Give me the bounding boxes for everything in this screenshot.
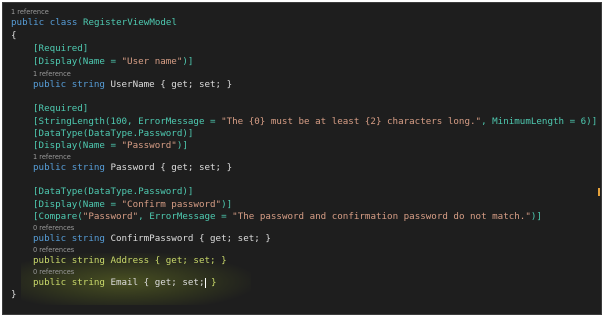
attribute-display-username: [Display(Name = "User name")] (33, 56, 194, 67)
attribute-display-confirm: [Display(Name = "Confirm password")] (33, 199, 233, 210)
attribute-datatype-password: [DataType(DataType.Password)] (33, 128, 194, 139)
property-username: public string UserName { get; set; } (33, 79, 233, 90)
codelens-address-references[interactable]: 0 references (33, 246, 74, 255)
class-declaration: public class RegisterViewModel (11, 17, 177, 29)
codelens-username-references[interactable]: 1 reference (33, 70, 71, 79)
code-editor[interactable]: 1 reference public class RegisterViewMod… (2, 2, 602, 315)
attribute-datatype-confirm: [DataType(DataType.Password)] (33, 186, 194, 197)
close-brace: } (11, 289, 17, 300)
scrollbar-marker[interactable] (598, 188, 600, 196)
codelens-password-references[interactable]: 1 reference (33, 153, 71, 162)
class-name: RegisterViewModel (82, 17, 177, 28)
property-password: public string Password { get; set; } (33, 162, 233, 173)
attribute-required-password: [Required] (33, 103, 89, 114)
codelens-email-references[interactable]: 0 references (33, 268, 74, 277)
property-address: public string Address { get; set; } (33, 255, 227, 266)
attribute-display-password: [Display(Name = "Password")] (33, 140, 188, 151)
codelens-class-references[interactable]: 1 reference (11, 8, 49, 17)
class-keyword: public class (11, 17, 78, 28)
attribute-stringlength: [StringLength(100, ErrorMessage = "The {… (33, 116, 598, 127)
property-email: public string Email { get; set; } (33, 277, 217, 288)
attribute-required-username: [Required] (33, 43, 89, 54)
property-confirmpassword: public string ConfirmPassword { get; set… (33, 233, 271, 244)
codelens-confirm-references[interactable]: 0 references (33, 224, 74, 233)
open-brace: { (11, 30, 17, 41)
attribute-compare: [Compare("Password", ErrorMessage = "The… (33, 211, 542, 222)
